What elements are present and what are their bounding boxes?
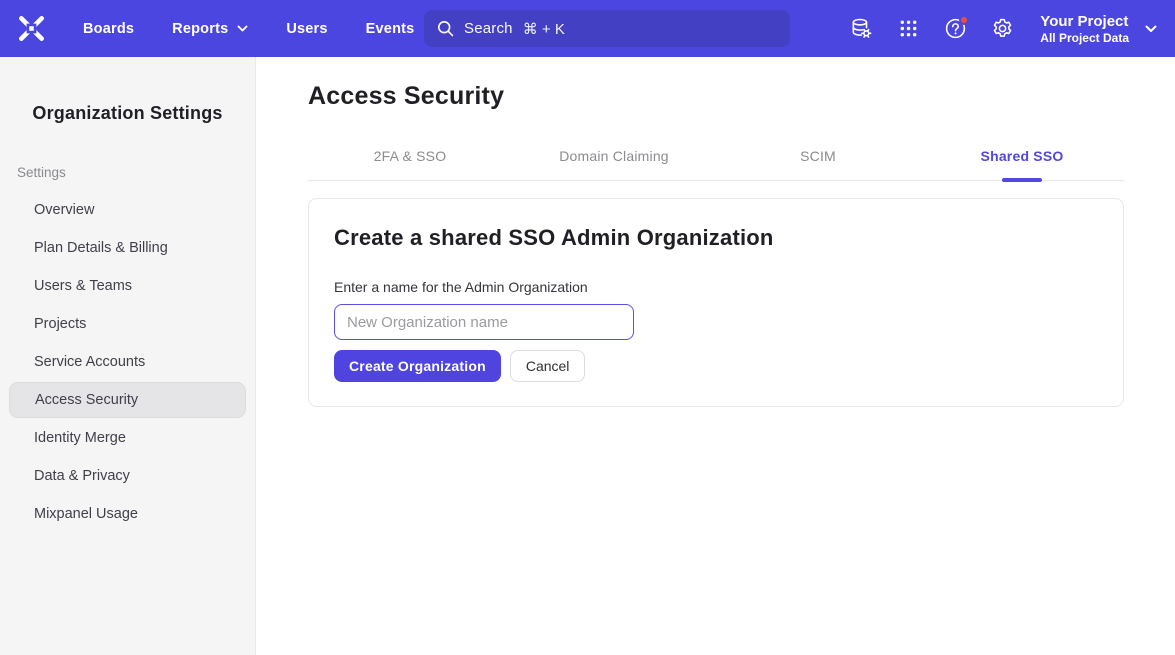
top-navigation-bar: Boards Reports Users Events Search ⌘ + K bbox=[0, 0, 1175, 57]
sidebar-nav-list: Overview Plan Details & Billing Users & … bbox=[0, 191, 255, 533]
mixpanel-logo[interactable] bbox=[18, 15, 45, 42]
project-selector[interactable]: Your Project All Project Data bbox=[1040, 12, 1163, 46]
nav-item-users-label: Users bbox=[286, 21, 327, 37]
nav-item-boards[interactable]: Boards bbox=[83, 21, 134, 37]
settings-gear-icon bbox=[991, 17, 1014, 40]
project-scope: All Project Data bbox=[1040, 31, 1129, 46]
notification-dot bbox=[959, 15, 969, 25]
card-button-row: Create Organization Cancel bbox=[334, 350, 1095, 382]
org-name-input[interactable] bbox=[334, 304, 634, 340]
mixpanel-logo-icon bbox=[18, 15, 45, 42]
create-sso-org-card: Create a shared SSO Admin Organization E… bbox=[308, 198, 1124, 407]
sidebar-item-plan-details-billing[interactable]: Plan Details & Billing bbox=[0, 229, 255, 267]
nav-item-reports-label: Reports bbox=[172, 21, 228, 37]
global-search-input[interactable]: Search ⌘ + K bbox=[424, 10, 790, 47]
org-name-label: Enter a name for the Admin Organization bbox=[334, 279, 1095, 295]
search-icon bbox=[437, 20, 454, 37]
data-management-button[interactable] bbox=[844, 12, 878, 46]
sidebar-item-users-teams[interactable]: Users & Teams bbox=[0, 267, 255, 305]
chevron-down-icon bbox=[237, 25, 248, 33]
sidebar-item-access-security[interactable]: Access Security bbox=[9, 382, 246, 418]
nav-item-users[interactable]: Users bbox=[286, 21, 327, 37]
project-selector-text: Your Project All Project Data bbox=[1040, 12, 1129, 46]
search-shortcut-hint: ⌘ + K bbox=[523, 20, 565, 38]
page-title: Access Security bbox=[308, 57, 1124, 111]
sidebar-item-identity-merge[interactable]: Identity Merge bbox=[0, 419, 255, 457]
sidebar-item-overview[interactable]: Overview bbox=[0, 191, 255, 229]
card-title: Create a shared SSO Admin Organization bbox=[334, 225, 1095, 251]
access-security-tabs: 2FA & SSO Domain Claiming SCIM Shared SS… bbox=[308, 148, 1124, 181]
sidebar-title: Organization Settings bbox=[0, 103, 255, 124]
create-organization-button[interactable]: Create Organization bbox=[334, 350, 501, 382]
sidebar-item-service-accounts[interactable]: Service Accounts bbox=[0, 343, 255, 381]
cancel-button[interactable]: Cancel bbox=[510, 350, 586, 382]
tab-shared-sso-label: Shared SSO bbox=[981, 148, 1064, 164]
tab-shared-sso[interactable]: Shared SSO bbox=[920, 148, 1124, 180]
main-content: Access Security 2FA & SSO Domain Claimin… bbox=[257, 57, 1175, 655]
settings-sidebar: Organization Settings Settings Overview … bbox=[0, 57, 256, 655]
apps-grid-button[interactable] bbox=[891, 12, 925, 46]
active-tab-underline bbox=[1002, 178, 1042, 182]
data-management-icon bbox=[850, 17, 873, 40]
top-nav-right-group: Your Project All Project Data bbox=[844, 0, 1163, 57]
tab-2fa-sso[interactable]: 2FA & SSO bbox=[308, 148, 512, 180]
project-name: Your Project bbox=[1040, 12, 1129, 31]
apps-grid-icon bbox=[898, 18, 919, 39]
sidebar-item-mixpanel-usage[interactable]: Mixpanel Usage bbox=[0, 495, 255, 533]
sidebar-item-projects[interactable]: Projects bbox=[0, 305, 255, 343]
tab-domain-claiming[interactable]: Domain Claiming bbox=[512, 148, 716, 180]
search-placeholder: Search bbox=[464, 20, 513, 37]
settings-button[interactable] bbox=[985, 12, 1019, 46]
primary-nav-items: Boards Reports Users Events bbox=[83, 21, 414, 37]
chevron-down-icon bbox=[1145, 25, 1157, 33]
tab-scim[interactable]: SCIM bbox=[716, 148, 920, 180]
help-button[interactable] bbox=[938, 12, 972, 46]
nav-item-events-label: Events bbox=[366, 21, 415, 37]
sidebar-item-data-privacy[interactable]: Data & Privacy bbox=[0, 457, 255, 495]
nav-item-boards-label: Boards bbox=[83, 21, 134, 37]
sidebar-section-label: Settings bbox=[17, 165, 255, 180]
nav-item-reports[interactable]: Reports bbox=[172, 21, 248, 37]
nav-item-events[interactable]: Events bbox=[366, 21, 415, 37]
